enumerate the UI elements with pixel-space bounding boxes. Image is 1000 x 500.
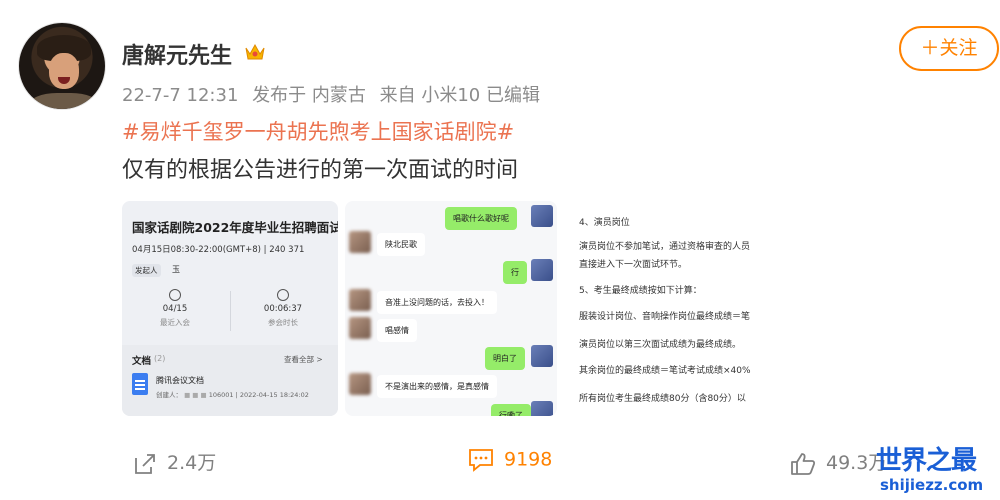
like-icon xyxy=(791,452,816,475)
doc-line: 服装设计岗位、音响操作岗位最终成绩＝笔 xyxy=(579,312,751,322)
doc-line: 4、演员岗位 xyxy=(579,218,630,228)
watermark-logo: 世界之最 shijiezz.com xyxy=(870,440,1000,500)
docs-count: (2) xyxy=(154,354,166,363)
avatar xyxy=(531,205,553,227)
chat-message: 陕北民歌 xyxy=(377,233,425,256)
avatar xyxy=(531,259,553,281)
avatar xyxy=(349,289,371,311)
doc-line: 直接进入下一次面试环节。 xyxy=(579,260,688,270)
clock-icon xyxy=(277,289,289,301)
chat-message: 行嘞了 xyxy=(491,404,531,416)
post-date[interactable]: 22-7-7 12:31 xyxy=(122,85,238,106)
meeting-title: 国家话剧院2022年度毕业生招聘面试 xyxy=(132,220,338,235)
watermark-url: shijiezz.com xyxy=(880,476,984,494)
share-button[interactable]: 2.4万 xyxy=(133,448,216,476)
chat-message: 行 xyxy=(503,261,527,284)
meeting-time: 04月15日08:30-22:00(GMT+8) | 240 371 xyxy=(132,245,305,255)
post-meta: 22-7-7 12:31 发布于 内蒙古 来自 小米10 已编辑 xyxy=(122,81,548,107)
share-icon xyxy=(135,453,155,474)
meeting-host-tag: 发起人 xyxy=(132,264,161,277)
avatar xyxy=(531,401,553,416)
post-device: 来自 小米10 已编辑 xyxy=(379,85,540,106)
crown-icon xyxy=(245,43,265,60)
comment-icon xyxy=(469,449,493,472)
comment-count: 9198 xyxy=(504,448,553,471)
image-chat-screenshot[interactable]: 唱歌什么歌好呢 陕北民歌 行 音准上没问题的话，去投入！ 唱感情 明白了 不是演… xyxy=(345,201,557,416)
meeting-stat-recent: 04/15 最近入会 xyxy=(130,289,220,328)
post-text: 仅有的根据公告进行的第一次面试的时间 xyxy=(122,158,519,183)
docs-view-all: 查看全部 > xyxy=(284,355,323,364)
chat-message: 不是演出来的感情，是真感情 xyxy=(377,375,497,398)
image-meeting-screenshot[interactable]: 国家话剧院2022年度毕业生招聘面试 04月15日08:30-22:00(GMT… xyxy=(122,201,338,416)
meeting-host-name: 玉 xyxy=(172,265,180,274)
avatar xyxy=(349,373,371,395)
watermark-title: 世界之最 xyxy=(876,446,977,476)
document-icon xyxy=(132,373,148,395)
image-document-screenshot[interactable]: 4、演员岗位 演员岗位不参加笔试，通过资格审查的人员 直接进入下一次面试环节。 … xyxy=(565,201,781,416)
doc-sub: 创建人： ■ ■ ■ 106001 | 2022-04-15 18:24:02 xyxy=(156,391,309,399)
doc-name: 腾讯会议文档 xyxy=(156,376,204,385)
comment-button[interactable]: 9198 xyxy=(468,448,552,472)
chat-message: 唱感情 xyxy=(377,319,417,342)
meeting-stat-duration: 00:06:37 参会时长 xyxy=(238,289,328,328)
doc-line: 其余岗位的最终成绩＝笔试考试成绩×40% xyxy=(579,366,751,376)
username[interactable]: 唐解元先生 xyxy=(122,38,232,70)
avatar xyxy=(349,317,371,339)
avatar[interactable] xyxy=(18,22,106,110)
follow-button[interactable]: ＋关注 xyxy=(899,26,999,71)
share-count: 2.4万 xyxy=(167,452,217,474)
chat-message: 音准上没问题的话，去投入！ xyxy=(377,291,497,314)
post-location: 发布于 内蒙古 xyxy=(252,85,366,106)
chat-message: 明白了 xyxy=(485,347,525,370)
clock-icon xyxy=(169,289,181,301)
avatar xyxy=(349,231,371,253)
docs-title: 文档 xyxy=(132,356,152,367)
doc-line: 演员岗位不参加笔试，通过资格审查的人员 xyxy=(579,242,751,252)
doc-line: 演员岗位以第三次面试成绩为最终成绩。 xyxy=(579,340,742,350)
topic-link[interactable]: #易烊千玺罗一舟胡先煦考上国家话剧院# xyxy=(122,116,514,146)
doc-line: 所有岗位考生最终成绩80分（含80分）以 xyxy=(579,394,746,404)
chat-message: 唱歌什么歌好呢 xyxy=(445,207,517,230)
avatar xyxy=(531,345,553,367)
doc-line: 5、考生最终成绩按如下计算： xyxy=(579,286,702,296)
